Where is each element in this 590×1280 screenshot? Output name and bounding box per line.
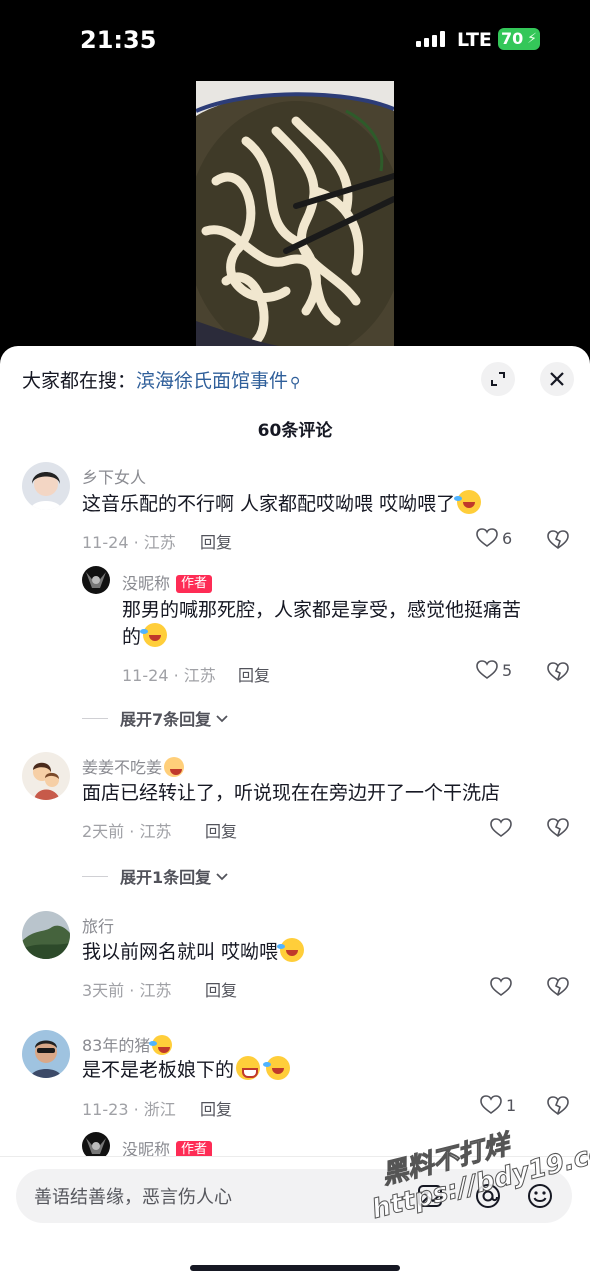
comment-meta: 2天前 · 江苏 (82, 822, 172, 841)
hot-search-row[interactable]: 大家都在搜：滨海徐氏面馆事件 ⚲ (22, 366, 300, 396)
grin-emoji-icon (236, 1056, 261, 1080)
comment-meta: 11-23 · 浙江 (82, 1100, 176, 1119)
comment-meta: 11-24 · 江苏 (122, 666, 216, 685)
like-count: 5 (502, 660, 513, 680)
comment-text-content: 这音乐配的不行啊 人家都配哎呦喂 哎呦喂了 (82, 493, 456, 515)
heart-icon[interactable] (490, 977, 512, 997)
hot-search-prefix: 大家都在搜： (22, 370, 137, 392)
comment-text-content: 我以前网名就叫 哎呦喂 (82, 941, 279, 963)
reply-button[interactable]: 回复 (238, 662, 270, 686)
laugh-cry-emoji-icon (263, 1056, 291, 1080)
expand-replies-button[interactable]: 展开1条回复 (82, 864, 231, 888)
expand-replies-button[interactable]: 展开7条回复 (82, 706, 231, 730)
reply-button[interactable]: 回复 (205, 977, 237, 1001)
author-name: 没昵称 (122, 574, 171, 593)
expand-label: 展开7条回复 (120, 710, 212, 729)
comment-text-content: 是不是老板娘下的 (82, 1059, 235, 1081)
signal-icon (416, 31, 448, 47)
comment-meta: 11-24 · 江苏 (82, 533, 176, 552)
broken-heart-icon[interactable] (547, 1096, 569, 1116)
home-indicator (190, 1265, 400, 1271)
laugh-cry-emoji-icon (140, 623, 168, 647)
broken-heart-icon[interactable] (547, 977, 569, 997)
broken-heart-icon[interactable] (547, 662, 569, 682)
image-icon[interactable] (416, 1182, 444, 1210)
heart-icon (480, 1095, 502, 1114)
expand-label: 展开1条回复 (120, 868, 212, 887)
heart-icon[interactable] (490, 818, 512, 838)
like-button[interactable]: 5 (476, 660, 512, 680)
like-button[interactable]: 6 (476, 528, 512, 548)
network-label: LTE (457, 29, 492, 51)
close-icon (550, 372, 564, 386)
person-emoji-icon (164, 757, 185, 777)
comment-text[interactable]: 是不是老板娘下的 (82, 1054, 291, 1087)
comment-text-line2[interactable]: 的 (122, 621, 168, 654)
avatar[interactable] (82, 566, 110, 594)
comment-text[interactable]: 这音乐配的不行啊 人家都配哎呦喂 哎呦喂了 (82, 488, 482, 521)
comment-meta: 3天前 · 江苏 (82, 981, 172, 1000)
search-icon: ⚲ (290, 375, 301, 391)
emoji-icon[interactable] (526, 1182, 554, 1210)
reply-button[interactable]: 回复 (205, 818, 237, 842)
comment-text-line1[interactable]: 那男的喊那死腔，人家都是享受，感觉他挺痛苦 (122, 594, 521, 627)
heart-icon (476, 660, 498, 679)
comment-text[interactable]: 我以前网名就叫 哎呦喂 (82, 936, 305, 969)
broken-heart-icon[interactable] (547, 530, 569, 550)
at-icon[interactable] (474, 1182, 502, 1210)
laugh-cry-emoji-icon (454, 490, 482, 514)
heart-icon (476, 528, 498, 547)
battery-icon: 70 ⚡ (498, 28, 540, 50)
close-button[interactable] (540, 362, 574, 396)
video-preview[interactable] (196, 81, 394, 349)
comment-text[interactable]: 面店已经转让了，听说现在在旁边开了一个干洗店 (82, 777, 500, 810)
comment-input[interactable]: 善语结善缘，恶言伤人心 (16, 1169, 572, 1223)
chevron-down-icon (216, 873, 228, 881)
comment-author[interactable]: 姜姜不吃姜 (82, 754, 185, 778)
avatar[interactable] (22, 752, 70, 800)
laugh-emoji-icon (149, 1035, 173, 1055)
broken-heart-icon[interactable] (547, 818, 569, 838)
avatar[interactable] (22, 1030, 70, 1078)
avatar[interactable] (22, 462, 70, 510)
comment-count-title: 60条评论 (257, 421, 333, 441)
reply-button[interactable]: 回复 (200, 529, 232, 553)
status-bar: 21:35 LTE 70 ⚡ (0, 0, 590, 80)
reply-button[interactable]: 回复 (200, 1096, 232, 1120)
author-name: 姜姜不吃姜 (82, 758, 163, 777)
author-name: 83年的猪 (82, 1036, 151, 1055)
avatar[interactable] (22, 911, 70, 959)
like-button[interactable]: 1 (480, 1095, 516, 1115)
status-time: 21:35 (80, 26, 157, 54)
hot-search-term[interactable]: 滨海徐氏面馆事件 (136, 370, 288, 392)
like-count: 6 (502, 528, 513, 548)
chevron-down-icon (216, 715, 228, 723)
laugh-cry-emoji-icon (277, 938, 305, 962)
expand-button[interactable] (481, 362, 515, 396)
comment-author[interactable]: 83年的猪 (82, 1032, 173, 1056)
comment-input-bar: 善语结善缘，恶言伤人心 (0, 1156, 590, 1280)
comment-author[interactable]: 乡下女人 (82, 464, 146, 488)
battery-level: 70 (501, 29, 524, 48)
comment-author[interactable]: 旅行 (82, 913, 114, 937)
like-count: 1 (506, 1095, 517, 1115)
author-tag: 作者 (176, 575, 213, 593)
comment-text-content: 的 (122, 626, 142, 648)
input-placeholder: 善语结善缘，恶言伤人心 (34, 1187, 232, 1208)
expand-icon (491, 372, 505, 386)
comment-author[interactable]: 没昵称 作者 (122, 570, 213, 594)
